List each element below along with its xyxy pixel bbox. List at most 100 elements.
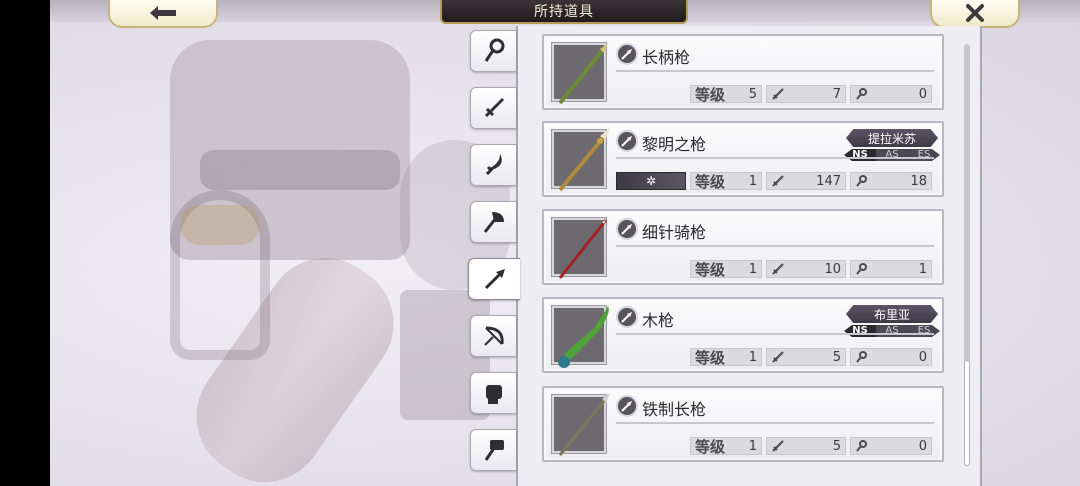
magic-stat-icon bbox=[856, 263, 867, 275]
divider bbox=[616, 422, 934, 424]
special-skill-bar: ✲ bbox=[616, 172, 686, 190]
axe-icon bbox=[483, 212, 504, 233]
curved-sword-icon bbox=[485, 154, 502, 176]
level-label: 等级 bbox=[695, 173, 726, 191]
es-label: ES bbox=[908, 149, 940, 161]
attack-stat: 5 bbox=[766, 437, 846, 455]
level-label: 等级 bbox=[695, 438, 726, 456]
es-label: ES bbox=[908, 325, 940, 337]
weapon-type-icon bbox=[616, 43, 638, 65]
hit-stat: 18 bbox=[850, 172, 932, 190]
screen: 所持道具 长柄枪 等级 5 7 0 黎明之枪 提拉米苏 NS AS ES ✲ 等… bbox=[50, 0, 1080, 486]
attack-value: 10 bbox=[824, 262, 841, 277]
ns-label: NS bbox=[844, 149, 876, 161]
sword-stat-icon bbox=[772, 175, 784, 187]
item-card-3[interactable]: 木枪 布里亚 NS AS ES 等级 1 5 0 bbox=[542, 297, 944, 373]
item-name: 长柄枪 bbox=[642, 48, 691, 67]
item-thumbnail bbox=[552, 128, 610, 192]
hit-value: 18 bbox=[910, 174, 927, 189]
item-thumbnail bbox=[552, 43, 608, 105]
level-label: 等级 bbox=[695, 261, 726, 279]
attack-value: 5 bbox=[832, 350, 841, 365]
item-card-4[interactable]: 铁制长枪 等级 1 5 0 bbox=[542, 386, 944, 462]
hit-value: 0 bbox=[918, 87, 927, 102]
tab-staff[interactable] bbox=[470, 30, 516, 72]
lance-item-icon bbox=[558, 43, 608, 105]
tab-curved-sword[interactable] bbox=[470, 144, 516, 186]
magic-stat-icon bbox=[856, 175, 867, 187]
level-stat: 等级 1 bbox=[690, 172, 762, 191]
page-title: 所持道具 bbox=[440, 0, 688, 24]
tab-gauntlet[interactable] bbox=[470, 372, 516, 414]
ns-as-es-indicator: NS AS ES bbox=[844, 149, 940, 161]
hammer-icon bbox=[484, 440, 504, 461]
lance-icon bbox=[484, 269, 505, 290]
close-button[interactable] bbox=[930, 0, 1020, 28]
level-value: 5 bbox=[748, 87, 757, 102]
magic-stat-icon bbox=[856, 351, 867, 363]
tab-lance[interactable] bbox=[468, 258, 520, 300]
attack-value: 5 bbox=[832, 439, 841, 454]
divider bbox=[616, 70, 934, 72]
hit-stat: 0 bbox=[850, 437, 932, 455]
item-card-0[interactable]: 长柄枪 等级 5 7 0 bbox=[542, 34, 944, 110]
scrollbar-thumb[interactable] bbox=[964, 360, 970, 466]
owner-tag: 布里亚 bbox=[846, 305, 938, 323]
weapon-type-icon bbox=[616, 130, 638, 152]
level-value: 1 bbox=[748, 174, 757, 189]
attack-stat: 7 bbox=[766, 85, 846, 103]
owner-tag: 提拉米苏 bbox=[846, 129, 938, 147]
lance-item-icon bbox=[558, 219, 608, 279]
level-value: 1 bbox=[748, 350, 757, 365]
sword-stat-icon bbox=[772, 263, 784, 275]
item-name: 木枪 bbox=[642, 311, 675, 330]
bow-icon bbox=[483, 326, 504, 346]
staff-icon bbox=[484, 38, 504, 62]
item-card-1[interactable]: 黎明之枪 提拉米苏 NS AS ES ✲ 等级 1 147 18 bbox=[542, 121, 944, 197]
item-thumbnail bbox=[552, 218, 608, 279]
divider bbox=[616, 333, 934, 335]
tab-hammer[interactable] bbox=[470, 429, 516, 471]
ns-label: NS bbox=[844, 325, 876, 337]
back-button[interactable] bbox=[108, 0, 218, 28]
item-thumbnail bbox=[552, 306, 609, 368]
hit-value: 1 bbox=[918, 262, 927, 277]
ns-as-es-indicator: NS AS ES bbox=[844, 325, 940, 337]
arrow-left-icon bbox=[150, 6, 176, 20]
hit-stat: 1 bbox=[850, 260, 932, 278]
divider bbox=[616, 245, 934, 247]
hit-stat: 0 bbox=[850, 348, 932, 366]
background-lantern-glow bbox=[180, 205, 260, 245]
level-label: 等级 bbox=[695, 86, 726, 104]
level-stat: 等级 5 bbox=[690, 85, 762, 104]
magic-stat-icon bbox=[856, 440, 867, 452]
level-value: 1 bbox=[748, 262, 757, 277]
attack-value: 147 bbox=[816, 174, 841, 189]
item-name: 铁制长枪 bbox=[642, 400, 707, 419]
level-label: 等级 bbox=[695, 349, 726, 367]
background-bag-strap bbox=[200, 150, 400, 190]
gauntlet-icon bbox=[485, 385, 502, 404]
attack-stat: 5 bbox=[766, 348, 846, 366]
hit-stat: 0 bbox=[850, 85, 932, 103]
attack-stat: 147 bbox=[766, 172, 846, 190]
attack-stat: 10 bbox=[766, 260, 846, 278]
as-label: AS bbox=[876, 149, 908, 161]
level-stat: 等级 1 bbox=[690, 260, 762, 279]
weapon-type-icon bbox=[616, 306, 638, 328]
tab-axe[interactable] bbox=[470, 201, 516, 243]
lance-item-icon bbox=[558, 393, 610, 456]
snowflake-icon: ✲ bbox=[645, 174, 657, 188]
tab-bow[interactable] bbox=[470, 315, 516, 357]
item-card-2[interactable]: 细针骑枪 等级 1 10 1 bbox=[542, 209, 944, 285]
hit-value: 0 bbox=[918, 350, 927, 365]
sword-stat-icon bbox=[772, 88, 784, 100]
as-label: AS bbox=[876, 325, 908, 337]
level-value: 1 bbox=[748, 439, 757, 454]
lance-item-icon bbox=[558, 306, 609, 368]
level-stat: 等级 1 bbox=[690, 437, 762, 456]
tab-sword[interactable] bbox=[470, 87, 516, 129]
level-stat: 等级 1 bbox=[690, 348, 762, 367]
attack-value: 7 bbox=[832, 87, 841, 102]
divider bbox=[616, 157, 934, 159]
